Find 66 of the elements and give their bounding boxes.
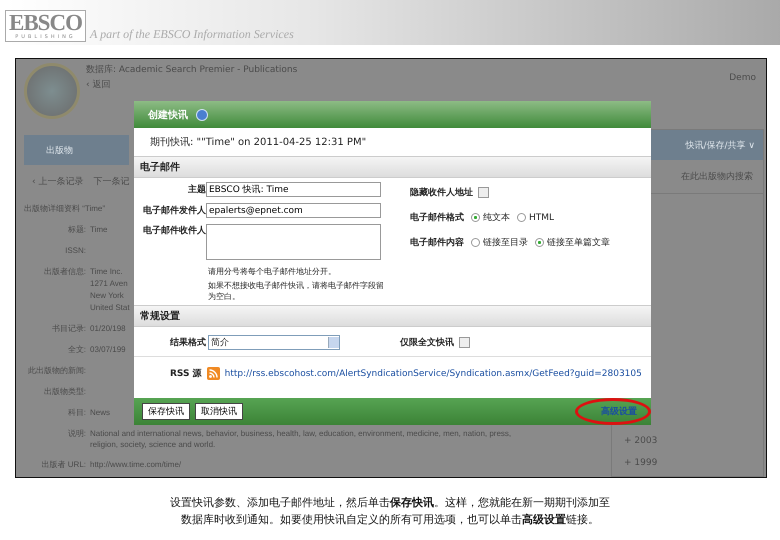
alert-name: 期刊快讯: ""Time" on 2011-04-25 12:31 PM" (149, 136, 368, 150)
field-label: 科目: (66, 407, 86, 419)
caption-text: 数据库时收到通知。如要使用快讯自定义的所有可用选项，也可以单击高级设置链接。 (181, 512, 599, 527)
option-label: 仅限全文快讯 (400, 336, 454, 349)
field-label: 主题 (187, 183, 206, 196)
field-label: 出版物类型: (42, 386, 86, 398)
radio-button[interactable] (471, 238, 480, 247)
option-label: 电子邮件内容 (410, 236, 464, 249)
database-label: 数据库: Academic Search Premier - Publications (86, 64, 298, 76)
field-label: 电子邮件收件人 (142, 224, 206, 237)
field-value: Time (90, 224, 108, 236)
field-label: 书目记录: (50, 323, 86, 335)
field-value: United Stat (90, 302, 130, 314)
dialog-button[interactable]: 保存快讯 (142, 403, 190, 420)
field-label: ISSN: (64, 245, 86, 257)
field-label: 标题: (66, 224, 86, 236)
year-link[interactable]: + 1999 (624, 458, 658, 468)
sender-field[interactable]: epalerts@epnet.com (206, 203, 381, 218)
field-label: 出版者信息: (42, 266, 86, 278)
radio-button[interactable] (471, 213, 480, 222)
rss-icon[interactable] (206, 367, 220, 380)
recipients-field[interactable] (206, 224, 381, 260)
field-value: News (90, 407, 110, 419)
radio-button[interactable] (535, 238, 544, 247)
field-label: 出版者 URL: (40, 459, 86, 471)
field-label: 全文: (66, 344, 86, 356)
field-value: New York (90, 290, 124, 302)
result-format-dropdown[interactable]: 简介 (208, 335, 340, 350)
advanced-settings-link[interactable]: 高级设置 (601, 405, 637, 418)
radio-label: 链接至目录 (483, 236, 528, 249)
radio-label: 链接至单篇文章 (547, 236, 610, 249)
publication-tab[interactable]: 出版物 (24, 144, 73, 156)
subject-field[interactable]: EBSCO 快讯: Time (206, 182, 381, 197)
field-label: 电子邮件发件人 (142, 204, 206, 217)
radio-button[interactable] (517, 213, 526, 222)
rss-link[interactable]: http://rss.ebscohost.com/AlertSyndicationService/Syndication.asmx/GetFeed?guid=2803105 (224, 368, 642, 378)
option-label: 电子邮件格式 (410, 211, 464, 224)
radio-label: HTML (529, 212, 554, 222)
user-link[interactable]: Demo (729, 59, 766, 121)
field-value: religion, society, science and world. (90, 439, 216, 450)
info-icon[interactable] (196, 108, 208, 120)
field-value: 01/20/198 (90, 323, 126, 335)
details-title: 出版物详细资料 “Time” (24, 203, 106, 215)
section-header: 电子邮件 (134, 156, 651, 178)
field-value: National and international news, behavior, business, health, law, education, environment, medicine, men, nation, press, (90, 428, 512, 439)
hint-text: 请用分号将每个电子邮件地址分开。 (208, 266, 337, 277)
radio-label: 纯文本 (483, 212, 510, 224)
field-label: 结果格式 (170, 336, 206, 349)
field-label: 说明: (66, 428, 86, 440)
option-label: 隐藏收件人地址 (410, 186, 473, 199)
field-value: 1271 Aven (90, 278, 128, 290)
tagline: A part of the EBSCO Information Services (90, 27, 294, 42)
back-link[interactable]: ‹ 返回 (86, 78, 298, 91)
field-label: 此出版物的新闻: (26, 365, 86, 377)
field-label: RSS 源 (170, 368, 202, 380)
section-header: 常规设置 (134, 305, 651, 327)
checkbox[interactable] (459, 337, 470, 348)
field-value: 03/07/199 (90, 344, 126, 356)
year-link[interactable]: + 2003 (624, 436, 658, 446)
caption-text: 设置快讯参数、添加电子邮件地址，然后单击保存快讯。这样，您就能在新一期期刊添加至 (170, 495, 610, 510)
hint-text: 如果不想接收电子邮件快讯，请将电子邮件字段留为空白。 (208, 280, 385, 302)
field-value: http://www.time.com/time/ (90, 459, 182, 470)
checkbox[interactable] (478, 187, 489, 198)
dialog-button[interactable]: 取消快讯 (195, 403, 243, 420)
field-value: Time Inc. (90, 266, 123, 278)
dialog-title: 创建快讯 (148, 108, 188, 122)
